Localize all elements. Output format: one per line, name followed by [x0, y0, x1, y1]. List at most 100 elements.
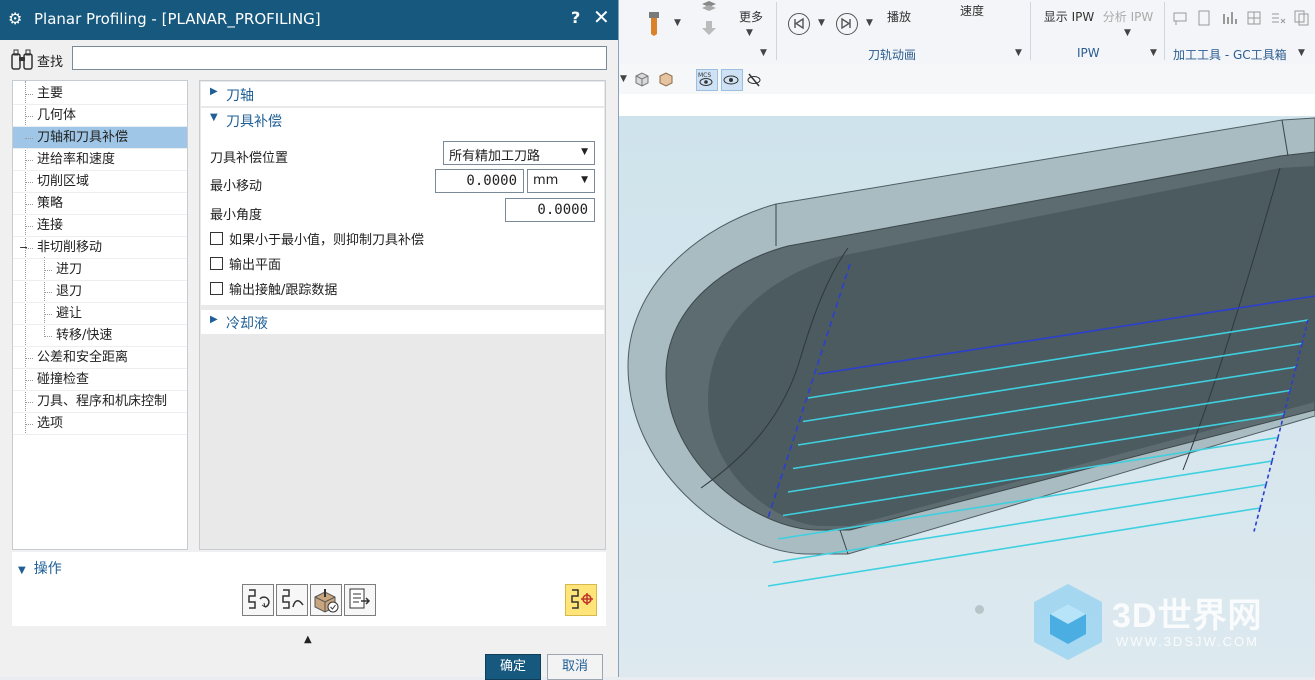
ipw-group-dropdown-icon[interactable]: ▼	[1150, 48, 1157, 58]
min-move-unit-select[interactable]: mm ▼	[527, 169, 595, 193]
more-dropdown-icon[interactable]: ▼	[746, 28, 753, 38]
tree-branch-line	[25, 424, 33, 425]
show-ipw-button[interactable]: 显示 IPW	[1040, 0, 1098, 48]
section-tool-axis[interactable]: ▶ 刀轴	[201, 82, 604, 106]
display-toolpath-button[interactable]	[565, 584, 597, 616]
comp-position-select[interactable]: 所有精加工刀路 ▼	[443, 141, 595, 165]
box-icon[interactable]	[634, 71, 650, 87]
tree-item[interactable]: 策略	[13, 193, 187, 215]
mcs-visibility-icon[interactable]: MCS	[696, 69, 718, 91]
planar-profiling-dialog: ⚙ Planar Profiling - [PLANAR_PROFILING] …	[0, 0, 619, 680]
checkbox-box[interactable]	[210, 282, 223, 295]
tree-branch-line	[25, 138, 33, 139]
tree-branch-line	[44, 336, 52, 337]
replay-toolpath-button[interactable]	[276, 584, 308, 616]
suppress-compensation-checkbox[interactable]: 如果小于最小值，则抑制刀具补偿	[210, 229, 424, 248]
tools-group-dropdown-icon[interactable]: ▼	[1298, 48, 1305, 58]
close-button[interactable]: ✕	[593, 5, 610, 29]
tree-item[interactable]: 碰撞检查	[13, 369, 187, 391]
generate-toolpath-button[interactable]	[242, 584, 274, 616]
section-tool-compensation[interactable]: ▼ 刀具补偿	[201, 108, 604, 132]
tree-item[interactable]: 退刀	[13, 281, 187, 303]
replay-icon	[282, 589, 304, 609]
tree-item[interactable]: 避让	[13, 303, 187, 325]
operations-header[interactable]: ▼ 操作	[18, 558, 62, 578]
tree-item[interactable]: 转移/快速	[13, 325, 187, 347]
verify-icon	[314, 589, 339, 613]
grid-icon[interactable]	[1246, 10, 1262, 26]
origin-marker	[975, 605, 984, 614]
more-button[interactable]: 更多	[732, 0, 770, 48]
box-shaded-icon[interactable]	[658, 71, 674, 87]
tree-item[interactable]: 进刀	[13, 259, 187, 281]
speed-button[interactable]: 速度	[950, 0, 994, 42]
dialog-title: Planar Profiling - [PLANAR_PROFILING]	[34, 10, 321, 28]
tree-item[interactable]: − 非切削移动	[13, 237, 187, 259]
play-button[interactable]: 播放	[880, 0, 918, 48]
display-toolpath-icon	[571, 589, 593, 609]
tool-flag-icon[interactable]	[1172, 10, 1188, 26]
group-dropdown-icon[interactable]: ▼	[760, 48, 767, 58]
help-button[interactable]: ?	[571, 8, 580, 27]
tree-item[interactable]: 切削区域	[13, 171, 187, 193]
copy-icon[interactable]	[1294, 10, 1310, 26]
step-forward-icon[interactable]	[836, 13, 858, 35]
checkbox-box[interactable]	[210, 232, 223, 245]
toolbar-dropdown-icon[interactable]: ▼	[620, 74, 627, 84]
tool-icon[interactable]	[645, 12, 663, 36]
tree-item[interactable]: 选项	[13, 413, 187, 435]
step-back-icon[interactable]	[788, 13, 810, 35]
find-bar: 查找	[0, 40, 618, 78]
output-contact-checkbox[interactable]: 输出接触/跟踪数据	[210, 279, 337, 298]
document-icon[interactable]	[1196, 10, 1212, 26]
generate-icon	[248, 589, 270, 609]
group-label-toolpath-animation: 刀轨动画	[868, 48, 917, 62]
tree-item[interactable]: 连接	[13, 215, 187, 237]
tree-item[interactable]: 主要	[13, 83, 187, 105]
hide-icon[interactable]	[746, 71, 762, 87]
tree-item[interactable]: 刀具、程序和机床控制	[13, 391, 187, 413]
verify-toolpath-button[interactable]	[310, 584, 342, 616]
anim-group-dropdown-icon[interactable]: ▼	[1015, 48, 1022, 58]
analyze-ipw-dropdown-icon[interactable]: ▼	[1124, 28, 1131, 38]
group-label-gc-toolbox: 加工工具 - GC工具箱	[1173, 48, 1287, 62]
tree-item-label: 策略	[37, 196, 64, 211]
list-toolpath-button[interactable]	[344, 584, 376, 616]
section-coolant[interactable]: ▶ 冷却液	[201, 310, 604, 334]
toolpath-stepover	[1259, 484, 1267, 509]
layers-icon[interactable]	[701, 0, 717, 16]
tree-item-label: 非切削移动	[37, 240, 103, 255]
arrow-down-icon[interactable]	[701, 20, 717, 36]
tool-dropdown-icon[interactable]: ▼	[674, 18, 681, 28]
find-label: 查找	[37, 55, 64, 70]
operations-group: ▼ 操作	[12, 552, 606, 626]
list-x-icon[interactable]	[1270, 10, 1286, 26]
eye-icon[interactable]	[721, 69, 743, 91]
ok-button[interactable]: 确定	[485, 654, 541, 680]
checkbox-box[interactable]	[210, 257, 223, 270]
toolpath-cut-pass	[802, 342, 1303, 423]
analyze-ipw-button[interactable]: 分析 IPW	[1100, 0, 1156, 48]
tree-item[interactable]: 刀轴和刀具补偿	[13, 127, 187, 149]
chart-icon[interactable]	[1222, 10, 1238, 26]
tree-item-label: 进给率和速度	[37, 152, 116, 167]
step-forward-dropdown-icon[interactable]: ▼	[866, 18, 873, 28]
dialog-titlebar[interactable]: ⚙ Planar Profiling - [PLANAR_PROFILING] …	[0, 0, 618, 40]
operations-title: 操作	[33, 561, 62, 577]
find-input[interactable]	[72, 46, 607, 70]
tree-item[interactable]: 几何体	[13, 105, 187, 127]
toolpath-stepover	[1265, 460, 1273, 485]
tree-branch-line	[25, 402, 33, 403]
min-move-input[interactable]: 0.0000	[435, 169, 524, 193]
tree-item[interactable]: 进给率和速度	[13, 149, 187, 171]
tree-item-label: 刀轴和刀具补偿	[37, 130, 129, 145]
output-contact-label: 输出接触/跟踪数据	[229, 283, 338, 298]
tree-item-label: 公差和安全距离	[37, 350, 129, 365]
output-plane-checkbox[interactable]: 输出平面	[210, 254, 281, 273]
min-angle-input[interactable]: 0.0000	[505, 198, 595, 222]
step-back-dropdown-icon[interactable]: ▼	[818, 18, 825, 28]
cancel-button[interactable]: 取消	[547, 654, 603, 680]
tree-collapse-icon[interactable]: −	[19, 237, 28, 259]
collapse-dialog-icon[interactable]: ▲	[304, 634, 312, 645]
tree-item[interactable]: 公差和安全距离	[13, 347, 187, 369]
